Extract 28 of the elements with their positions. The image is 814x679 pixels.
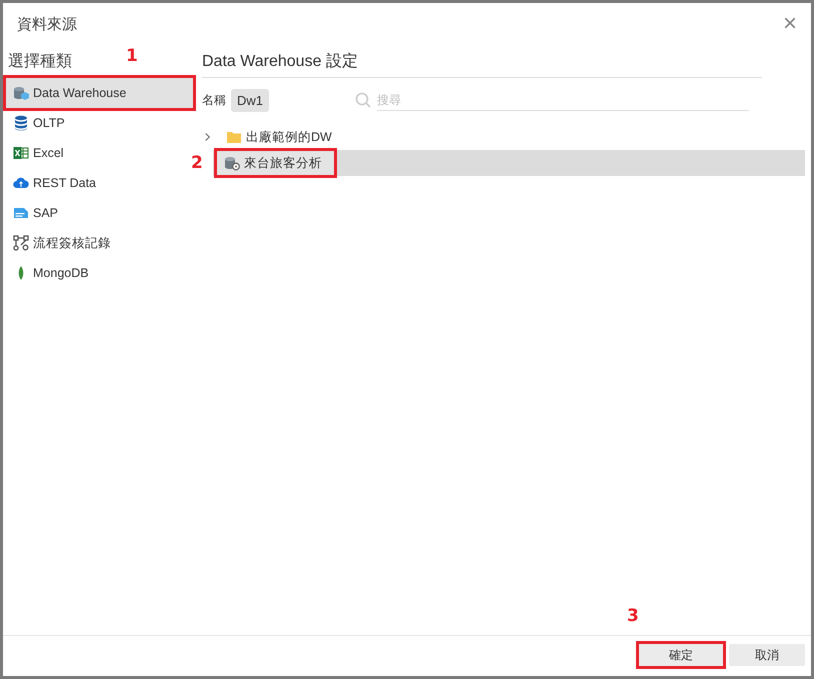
database-cube-icon bbox=[13, 85, 29, 101]
callout-number: 1 bbox=[126, 46, 138, 66]
sidebar-item[interactable]: MongoDB bbox=[6, 258, 193, 288]
callout-number: 3 bbox=[627, 606, 639, 626]
database-gear-icon bbox=[224, 155, 240, 171]
field-label: 名稱 bbox=[202, 92, 226, 108]
sidebar-item[interactable]: 流程簽核記錄 bbox=[6, 228, 193, 258]
sap-document-icon bbox=[13, 205, 29, 221]
section-heading: 選擇種類 bbox=[7, 52, 72, 72]
database-icon bbox=[13, 115, 29, 131]
cloud-icon bbox=[13, 175, 29, 191]
sidebar-item[interactable]: Excel bbox=[6, 138, 193, 168]
sidebar-item[interactable]: REST Data bbox=[6, 168, 193, 198]
chevron-right-icon[interactable] bbox=[204, 132, 211, 142]
folder-icon bbox=[226, 129, 242, 145]
spreadsheet-icon bbox=[13, 145, 29, 161]
sidebar-item[interactable]: SAP bbox=[6, 198, 193, 228]
dialog-button[interactable]: 取消 bbox=[729, 644, 805, 666]
window-title: 資料來源 bbox=[17, 14, 77, 34]
sidebar-item[interactable]: OLTP bbox=[6, 108, 193, 138]
workflow-icon bbox=[13, 235, 29, 251]
section-heading: Data Warehouse 設定 bbox=[202, 45, 762, 78]
close-button[interactable]: × bbox=[778, 12, 801, 36]
name-field[interactable]: Dw1 bbox=[231, 88, 270, 112]
callout-number: 2 bbox=[191, 153, 203, 173]
search-icon bbox=[355, 92, 372, 108]
dialog-button[interactable]: 確定 bbox=[639, 644, 723, 666]
tree-item[interactable]: 出廠範例的DW bbox=[222, 125, 336, 149]
